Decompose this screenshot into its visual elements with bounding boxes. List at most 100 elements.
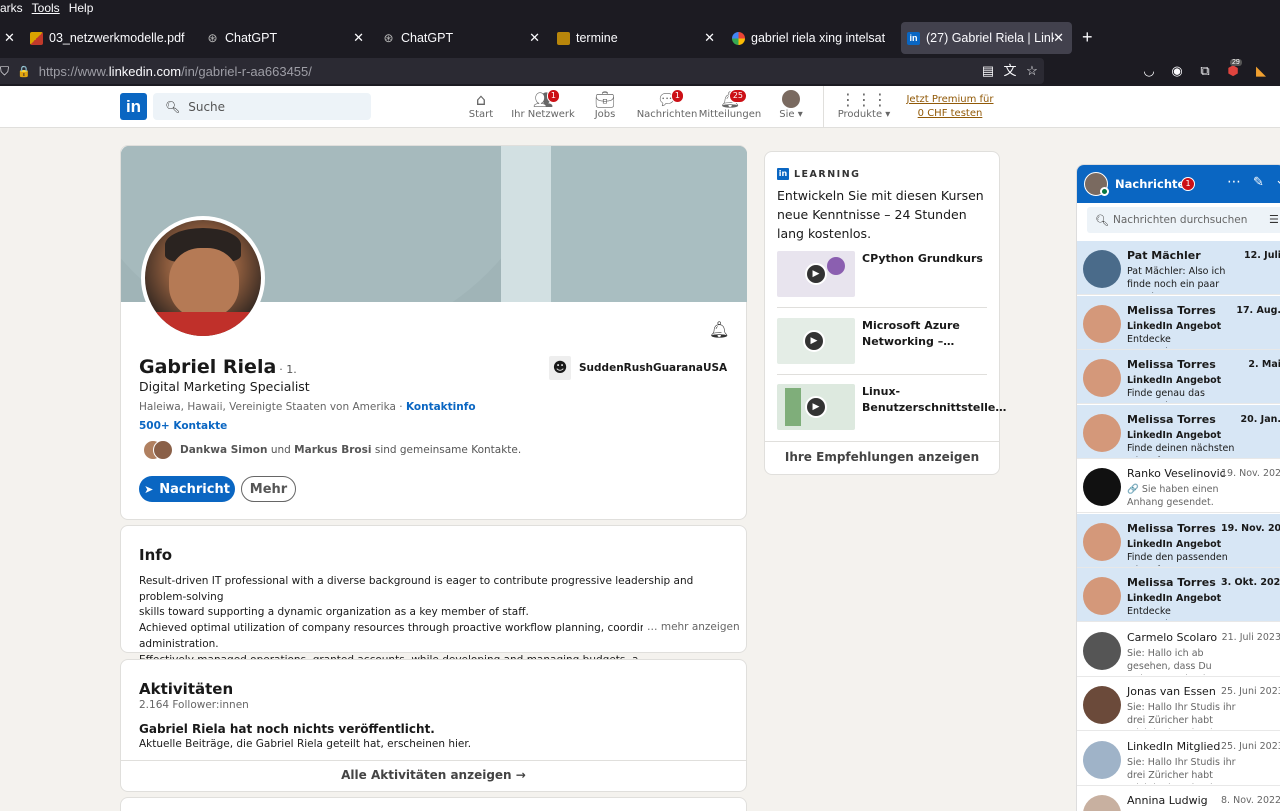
conversation-item[interactable]: Melissa Torres 3. Okt. 2023 LinkedIn Angeb… — [1077, 568, 1280, 622]
mutual-and: und — [270, 444, 291, 456]
course-item[interactable]: ▶ Microsoft Azure Networking –… — [777, 318, 987, 370]
mutual-connections[interactable]: Dankwa Simon und Markus Brosi sind gemei… — [180, 444, 521, 456]
message-button[interactable]: ➤ Nachricht — [139, 476, 235, 502]
search-input[interactable]: 🔍︎ Suche — [153, 93, 371, 120]
menu-bookmarks[interactable]: arks — [0, 0, 23, 18]
close-icon[interactable]: ✕ — [4, 30, 15, 46]
conversation-item[interactable]: Annina Ludwig 8. Nov. 2022 — [1077, 786, 1280, 811]
account-icon[interactable]: ◉ — [1169, 63, 1185, 79]
nav-messaging[interactable]: 💬︎ 1 Nachrichten — [636, 89, 698, 127]
browser-chrome: arks Tools Help ✕ 03_netzwerkmodelle.pdf… — [0, 0, 1280, 86]
learning-header: in LEARNING — [777, 168, 860, 180]
conversation-preview: Sie: Hallo Ihr Studis ihr drei Züricher … — [1127, 756, 1236, 784]
conversation-name: Melissa Torres — [1127, 521, 1216, 535]
conversation-preview: Pat Mächler: Also ich finde noch ein paa… — [1127, 266, 1226, 293]
premium-link[interactable]: Jetzt Premium für 0 CHF testen — [902, 93, 998, 121]
profile-name-text: Gabriel Riela — [139, 356, 277, 378]
conversation-item[interactable]: Melissa Torres 2. Mai LinkedIn Angebot Fin… — [1077, 350, 1280, 404]
url-row: ⛉ 🔒 https://www. linkedin.com/in/gabriel-… — [0, 56, 1280, 86]
tab-chatgpt-1[interactable]: ⊛ ChatGPT ✕ — [200, 22, 372, 54]
close-icon[interactable]: ✕ — [1053, 30, 1064, 46]
lock-icon[interactable]: 🔒 — [17, 65, 31, 78]
close-icon[interactable]: ✕ — [529, 30, 540, 46]
reader-view-icon[interactable]: ▤ — [980, 63, 996, 79]
nav-label: Start — [468, 109, 494, 120]
tab-strip: ✕ 03_netzwerkmodelle.pdf ⊛ ChatGPT ✕ ⊛ C… — [0, 22, 1280, 54]
contact-info-link[interactable]: Kontaktinfo — [406, 401, 476, 413]
conversation-sponsor: LinkedIn Angebot — [1127, 429, 1222, 441]
compose-icon[interactable]: ✎ — [1253, 175, 1264, 190]
nav-home[interactable]: ⌂ Start — [462, 89, 500, 127]
location-text: Haleiwa, Hawaii, Vereinigte Staaten von … — [139, 401, 403, 413]
bell-icon[interactable]: 🔔︎ — [709, 320, 729, 339]
chevron-down-icon[interactable]: ⌄ — [1275, 173, 1280, 188]
nav-divider — [823, 86, 824, 128]
url-bar[interactable]: ⛉ 🔒 https://www. linkedin.com/in/gabriel-… — [0, 58, 1044, 84]
show-recommendations-button[interactable]: Ihre Empfehlungen anzeigen — [765, 450, 999, 464]
divider — [121, 760, 746, 761]
more-options-icon[interactable]: ⋯ — [1227, 174, 1241, 190]
empty-activity-text: Aktuelle Beiträge, die Gabriel Riela get… — [139, 738, 472, 750]
extensions-icon[interactable]: ⧉ — [1197, 63, 1213, 79]
conversation-item[interactable]: Jonas van Essen 25. Juni 2023 Sie: Hallo I… — [1077, 677, 1280, 731]
conversation-item[interactable]: Melissa Torres 20. Jan. LinkedIn Angebot F… — [1077, 404, 1280, 459]
nav-label: Sie ▾ — [779, 109, 803, 120]
shield-icon[interactable]: ⛉ — [0, 64, 9, 79]
company-link[interactable]: ☻ SuddenRushGuaranaUSA — [549, 356, 727, 380]
course-item[interactable]: ▶ CPython Grundkurs — [777, 251, 987, 303]
nav-me[interactable]: Sie ▾ — [774, 89, 808, 127]
more-button[interactable]: Mehr — [241, 476, 296, 502]
tab-termine[interactable]: termine ✕ — [551, 22, 723, 54]
pocket-icon[interactable]: ◡ — [1141, 63, 1157, 79]
tab-google[interactable]: gabriel riela xing intelsat ✕ — [726, 22, 898, 54]
tab-pdf[interactable]: 03_netzwerkmodelle.pdf — [24, 22, 194, 54]
conversation-date: 25. Juni 2023 — [1221, 740, 1280, 752]
conversation-date: 19. Nov. 2023 — [1221, 522, 1280, 534]
translate-icon[interactable]: 文 — [1002, 63, 1018, 79]
calendar-icon — [557, 31, 570, 45]
close-icon[interactable]: ✕ — [353, 30, 364, 46]
menu-help[interactable]: Help — [69, 0, 94, 18]
conversation-item[interactable]: Carmelo Scolaro 21. Juli 2023 Sie: Hallo i… — [1077, 623, 1280, 677]
conversation-name: Melissa Torres — [1127, 358, 1216, 371]
nav-products[interactable]: ⋮⋮⋮ Produkte ▾ — [834, 89, 894, 127]
conversation-sponsor: LinkedIn Angebot — [1127, 320, 1222, 332]
messaging-search-input[interactable]: 🔍︎ Nachrichten durchsuchen — [1087, 207, 1280, 233]
conversation-preview: LinkedIn Angebot Entdecke Unternehmen… — [1127, 593, 1222, 620]
nav-label: Nachrichten — [636, 109, 698, 120]
about-line: Result-driven IT professional with a div… — [139, 575, 694, 603]
nav-jobs[interactable]: 💼︎ Jobs — [585, 89, 625, 127]
message-button-label: Nachricht — [159, 481, 230, 497]
conversation-preview: 🔗 Sie haben einen Anhang gesendet. — [1127, 484, 1219, 508]
tab-chatgpt-2[interactable]: ⊛ ChatGPT ✕ — [376, 22, 548, 54]
conversation-item[interactable]: Melissa Torres 19. Nov. 2023 LinkedIn Ange… — [1077, 513, 1280, 568]
conversation-preview: LinkedIn Angebot Finde deinen nächsten J… — [1127, 429, 1235, 457]
conversation-date: 21. Juli 2023 — [1221, 631, 1280, 643]
nav-notifications[interactable]: 🔔︎25 Mitteilungen — [699, 89, 761, 127]
linkedin-logo[interactable]: in — [120, 93, 147, 120]
profile-photo[interactable] — [141, 216, 265, 340]
show-all-activity-button[interactable]: Alle Aktivitäten anzeigen → — [121, 768, 746, 782]
course-item[interactable]: ▶ Linux-Benutzerschnittstelle… — [777, 384, 1006, 436]
notification-badge: 1 — [546, 89, 560, 103]
messaging-header[interactable]: Nachrichten 1 ⋯ ✎ ⌄ — [1077, 165, 1280, 203]
conversation-item[interactable]: Melissa Torres 17. Aug. LinkedIn Angebot E… — [1077, 295, 1280, 350]
filter-icon[interactable]: ☰ — [1269, 213, 1279, 226]
tab-linkedin[interactable]: in (27) Gabriel Riela | LinkedIn ✕ — [901, 22, 1072, 54]
conversation-preview: LinkedIn Angebot Finde den passenden Job… — [1127, 538, 1228, 566]
pdf-icon — [30, 31, 43, 45]
conversation-item[interactable]: Ranko Veselinovic19. Nov. 2023🔗 Sie habe… — [1077, 459, 1280, 513]
conversation-name: Ranko Veselinovic — [1127, 467, 1226, 480]
new-tab-icon[interactable]: + — [1082, 27, 1093, 48]
extension-icon[interactable]: ◣ — [1253, 63, 1269, 79]
close-icon[interactable]: ✕ — [704, 30, 715, 46]
conversation-item[interactable]: LinkedIn Mitglied 25. Juni 2023 Sie: Hallo… — [1077, 732, 1280, 786]
conversation-sponsor: LinkedIn Angebot — [1127, 375, 1222, 386]
nav-network[interactable]: 👥︎ 1 Ihr Netzwerk — [510, 89, 576, 127]
connections-link[interactable]: 500+ Kontakte — [139, 420, 227, 432]
conversation-item[interactable]: Pat Mächler 12. Juli Pat Mächler: Also ich… — [1077, 241, 1280, 295]
see-more-link[interactable]: … mehr anzeigen — [643, 621, 740, 633]
bookmark-star-icon[interactable]: ☆ — [1024, 63, 1040, 79]
notification-badge: 1 — [670, 89, 684, 103]
menu-tools[interactable]: Tools — [32, 0, 60, 18]
